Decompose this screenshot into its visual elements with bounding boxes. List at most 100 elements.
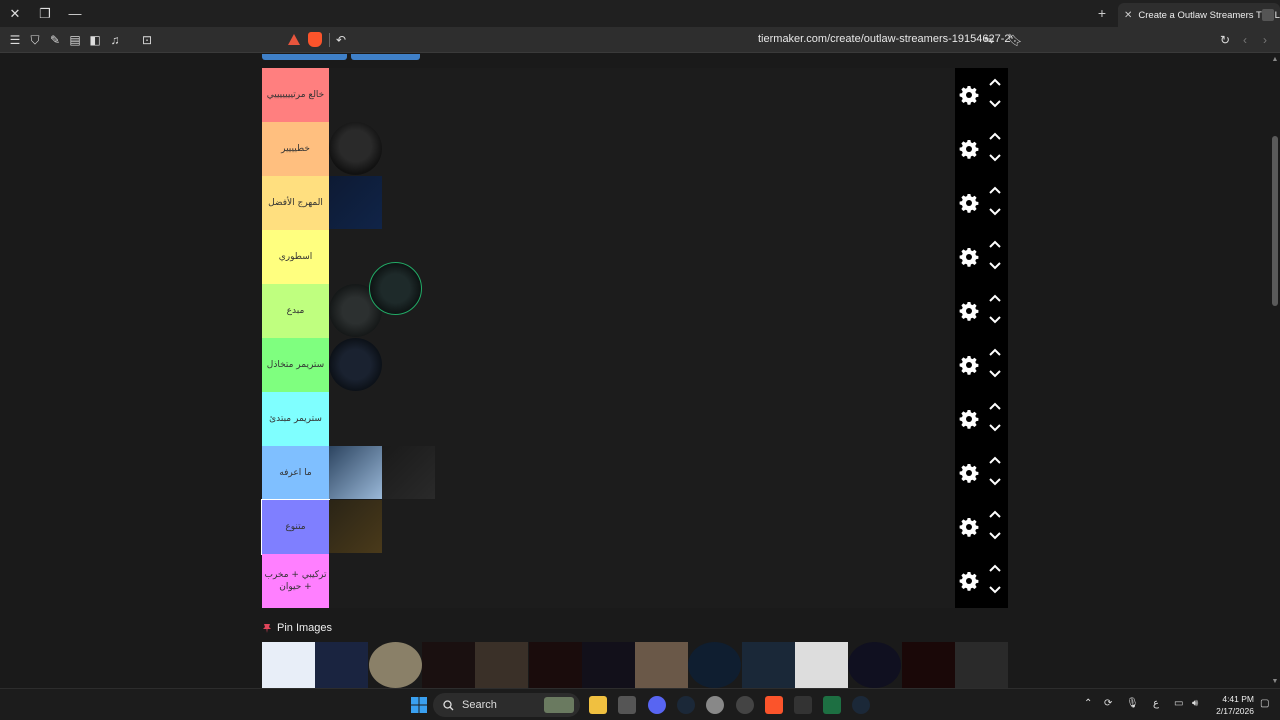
bookmark-icon[interactable]: 🔖︎ (1007, 32, 1023, 48)
move-down-icon[interactable] (989, 477, 1001, 487)
pool-image[interactable] (848, 642, 902, 688)
tier-dropzone[interactable] (329, 68, 955, 122)
brave-shields-icon[interactable] (308, 32, 322, 47)
gear-icon[interactable] (959, 85, 979, 105)
move-up-icon[interactable] (989, 455, 1001, 465)
move-up-icon[interactable] (989, 239, 1001, 249)
minimize-window-icon[interactable]: — (60, 0, 90, 27)
reload-icon[interactable]: ↻ (1217, 32, 1233, 48)
network-icon[interactable]: ▭ (1174, 698, 1183, 709)
address-bar[interactable]: tiermaker.com/create/outlaw-streamers-19… (758, 33, 1011, 45)
close-tab-icon[interactable]: ✕ (1124, 10, 1132, 21)
tier-dropzone[interactable] (329, 554, 955, 608)
move-up-icon[interactable] (989, 131, 1001, 141)
streamer-thumb-r-logo[interactable] (329, 176, 382, 229)
undo-icon[interactable]: ↶ (333, 32, 349, 48)
save-button[interactable] (262, 54, 347, 60)
terminal-icon[interactable] (794, 696, 812, 714)
move-down-icon[interactable] (989, 315, 1001, 325)
pool-image[interactable] (421, 642, 475, 688)
tier-dropzone[interactable] (329, 262, 955, 338)
clock[interactable]: 4:41 PM 2/17/2026 (1208, 693, 1254, 717)
streamer-thumb-nax[interactable] (329, 122, 382, 175)
pool-image[interactable] (954, 642, 1008, 688)
sidebar-icon[interactable]: ◧ (87, 32, 103, 48)
steam-client-icon[interactable] (852, 696, 870, 714)
move-up-icon[interactable] (989, 347, 1001, 357)
pool-image[interactable] (528, 642, 582, 688)
tier-dropzone[interactable] (329, 176, 955, 230)
reader-icon[interactable]: ▤ (67, 32, 83, 48)
scrollbar-thumb[interactable] (1272, 136, 1278, 306)
tier-dropzone[interactable] (329, 392, 955, 446)
steam-icon[interactable] (677, 696, 695, 714)
discord-icon[interactable] (648, 696, 666, 714)
move-down-icon[interactable] (989, 261, 1001, 271)
tier-dropzone[interactable] (329, 230, 955, 284)
close-window-icon[interactable]: ✕ (0, 0, 30, 27)
pool-image[interactable] (901, 642, 955, 688)
move-up-icon[interactable] (989, 401, 1001, 411)
tier-label[interactable]: خطيييير (262, 122, 329, 176)
forward-icon[interactable]: › (1257, 32, 1273, 48)
pool-image[interactable] (795, 642, 848, 688)
tier-label[interactable]: متنوع (261, 499, 330, 555)
move-up-icon[interactable] (989, 185, 1001, 195)
taskbar-search[interactable]: Search (433, 693, 580, 717)
gear-icon[interactable] (959, 247, 979, 267)
scroll-down-icon[interactable]: ▼ (1271, 678, 1279, 686)
notification-icon[interactable]: ▢ (1260, 698, 1269, 709)
volume-icon[interactable]: 🔊︎ (1192, 698, 1198, 709)
move-down-icon[interactable] (989, 585, 1001, 595)
reset-button[interactable] (351, 54, 420, 60)
app-icon[interactable] (736, 696, 754, 714)
tier-label[interactable]: اسطوري (262, 230, 329, 284)
brave-browser-icon[interactable] (765, 696, 783, 714)
vertical-scrollbar[interactable]: ▲ ▼ (1270, 54, 1280, 688)
pool-image[interactable] (688, 642, 742, 688)
restore-window-icon[interactable]: ❐ (30, 0, 60, 27)
language-indicator[interactable]: ع (1153, 698, 1159, 709)
move-down-icon[interactable] (989, 153, 1001, 163)
move-up-icon[interactable] (989, 77, 1001, 87)
scroll-up-icon[interactable]: ▲ (1271, 56, 1279, 64)
gear-icon[interactable] (959, 355, 979, 375)
windows-start-icon[interactable] (410, 696, 428, 714)
back-icon[interactable]: ‹ (1237, 32, 1253, 48)
tier-label[interactable]: ستريمر متخاذل (262, 338, 329, 392)
streamer-thumb-masked[interactable] (369, 262, 422, 315)
excel-icon[interactable] (823, 696, 841, 714)
move-down-icon[interactable] (989, 531, 1001, 541)
tier-dropzone[interactable] (329, 500, 955, 554)
pool-image[interactable] (368, 642, 422, 688)
pool-image[interactable] (262, 642, 315, 688)
streamer-thumb-dark[interactable] (382, 446, 435, 499)
gear-icon[interactable] (959, 571, 979, 591)
pool-image[interactable] (635, 642, 689, 688)
gear-icon[interactable] (959, 139, 979, 159)
streamer-thumb-anime[interactable] (329, 446, 382, 499)
tune-icon[interactable]: ⇋ (981, 32, 997, 48)
move-down-icon[interactable] (989, 423, 1001, 433)
file-explorer-icon[interactable] (589, 696, 607, 714)
pool-image[interactable] (315, 642, 369, 688)
browser-tab[interactable]: ✕ Create a Outlaw Streamers Tier L (1118, 3, 1280, 27)
pool-image[interactable] (581, 642, 635, 688)
music-icon[interactable]: ♫ (107, 32, 123, 48)
microphone-icon[interactable]: 🎙︎ (1126, 698, 1139, 709)
tier-label[interactable]: ستريمر مبتدئ (262, 392, 329, 446)
move-up-icon[interactable] (989, 509, 1001, 519)
screenshot-icon[interactable]: ⊡ (139, 32, 155, 48)
tray-chevron-icon[interactable]: ⌃ (1084, 698, 1092, 709)
pen-icon[interactable]: ✎ (47, 32, 63, 48)
move-up-icon[interactable] (989, 293, 1001, 303)
move-up-icon[interactable] (989, 563, 1001, 573)
tier-dropzone[interactable] (329, 446, 955, 500)
pool-image[interactable] (475, 642, 529, 688)
gear-icon[interactable] (959, 463, 979, 483)
move-down-icon[interactable] (989, 99, 1001, 109)
menu-icon[interactable]: ☰ (7, 32, 23, 48)
gear-icon[interactable] (959, 193, 979, 213)
gear-icon[interactable] (959, 409, 979, 429)
tier-label[interactable]: تركيبي + مخرب + حيوان (262, 554, 329, 608)
